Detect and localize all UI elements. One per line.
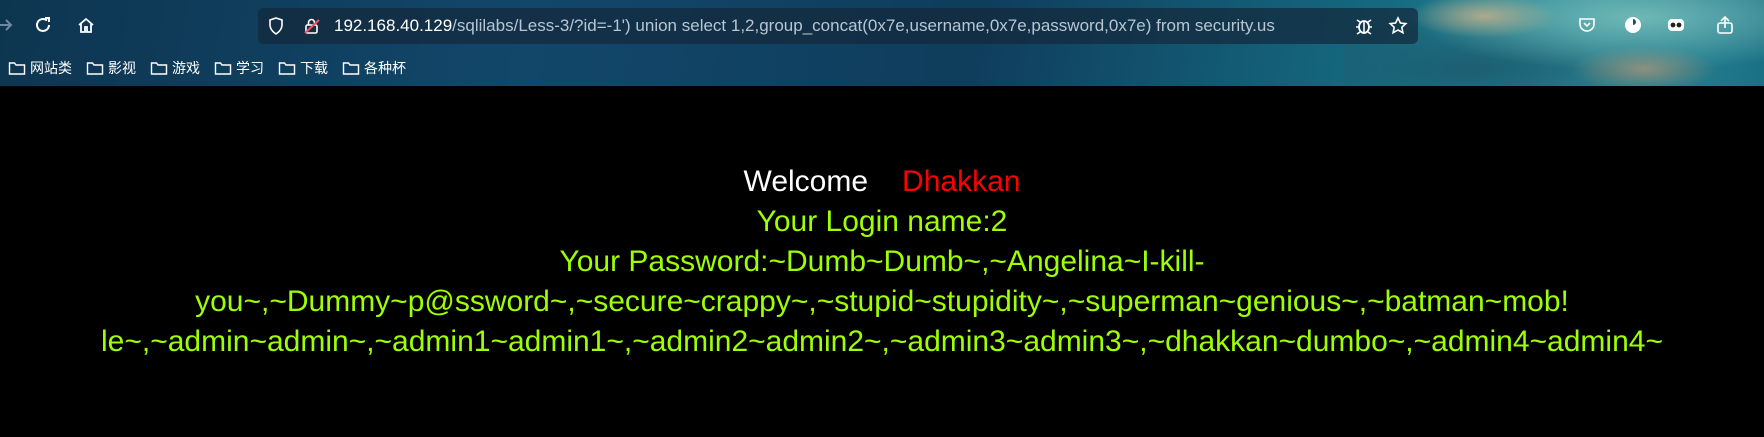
address-bar[interactable]: 192.168.40.129/sqlilabs/Less-3/?id=-1') … — [258, 8, 1418, 44]
tracking-shield-icon[interactable] — [266, 16, 286, 36]
extension-bug-icon[interactable] — [1354, 16, 1374, 36]
login-name-result: Your Login name:2 — [756, 205, 1008, 238]
extension-mask-icon[interactable] — [1665, 14, 1687, 36]
bookmark-folder-video[interactable]: 影视 — [78, 56, 142, 80]
url-host: 192.168.40.129 — [334, 16, 453, 35]
browser-chrome: 192.168.40.129/sqlilabs/Less-3/?id=-1') … — [0, 0, 1764, 86]
url-text[interactable]: 192.168.40.129/sqlilabs/Less-3/?id=-1') … — [334, 8, 1334, 44]
folder-icon — [8, 62, 26, 75]
insecure-lock-icon[interactable] — [302, 16, 322, 36]
bookmark-folder-websites[interactable]: 网站类 — [0, 56, 78, 80]
bookmarks-toolbar: 网站类 影视 游戏 学习 下载 各种杯 — [0, 56, 412, 80]
bookmark-label: 游戏 — [172, 60, 200, 76]
url-path: /sqlilabs/Less-3/?id=-1') union select 1… — [452, 16, 1275, 35]
folder-icon — [214, 62, 232, 75]
bookmark-label: 各种杯 — [364, 60, 406, 76]
welcome-line: Welcome Dhakkan — [0, 162, 1764, 202]
bookmark-folder-downloads[interactable]: 下载 — [270, 56, 334, 80]
theme-artwork-detail-2 — [1564, 44, 1724, 86]
bookmark-star-icon[interactable] — [1388, 16, 1408, 36]
page-content: Welcome Dhakkan Your Login name:2 Your Pa… — [0, 86, 1764, 437]
pocket-icon[interactable] — [1576, 14, 1598, 36]
welcome-label: Welcome — [743, 165, 869, 198]
theme-artwork-detail — [1404, 0, 1564, 40]
bookmark-label: 影视 — [108, 60, 136, 76]
bookmark-label: 网站类 — [30, 60, 72, 76]
reload-icon[interactable] — [32, 14, 54, 36]
forward-icon[interactable] — [0, 14, 16, 36]
folder-icon — [86, 62, 104, 75]
password-result-line-1: Your Password:~Dumb~Dumb~,~Angelina~I-ki… — [559, 245, 1205, 278]
home-icon[interactable] — [75, 14, 97, 36]
folder-icon — [278, 62, 296, 75]
bookmark-folder-study[interactable]: 学习 — [206, 56, 270, 80]
bookmark-label: 学习 — [236, 60, 264, 76]
account-icon[interactable] — [1622, 14, 1644, 36]
folder-icon — [342, 62, 360, 75]
password-result-line-3: le~,~admin~admin~,~admin1~admin1~,~admin… — [101, 325, 1663, 358]
folder-icon — [150, 62, 168, 75]
share-icon[interactable] — [1714, 14, 1736, 36]
bookmark-folder-games[interactable]: 游戏 — [142, 56, 206, 80]
bookmark-folder-cups[interactable]: 各种杯 — [334, 56, 412, 80]
password-result-line-2: you~,~Dummy~p@ssword~,~secure~crappy~,~s… — [195, 285, 1569, 318]
welcome-name: Dhakkan — [902, 165, 1021, 198]
bookmark-label: 下载 — [300, 60, 328, 76]
